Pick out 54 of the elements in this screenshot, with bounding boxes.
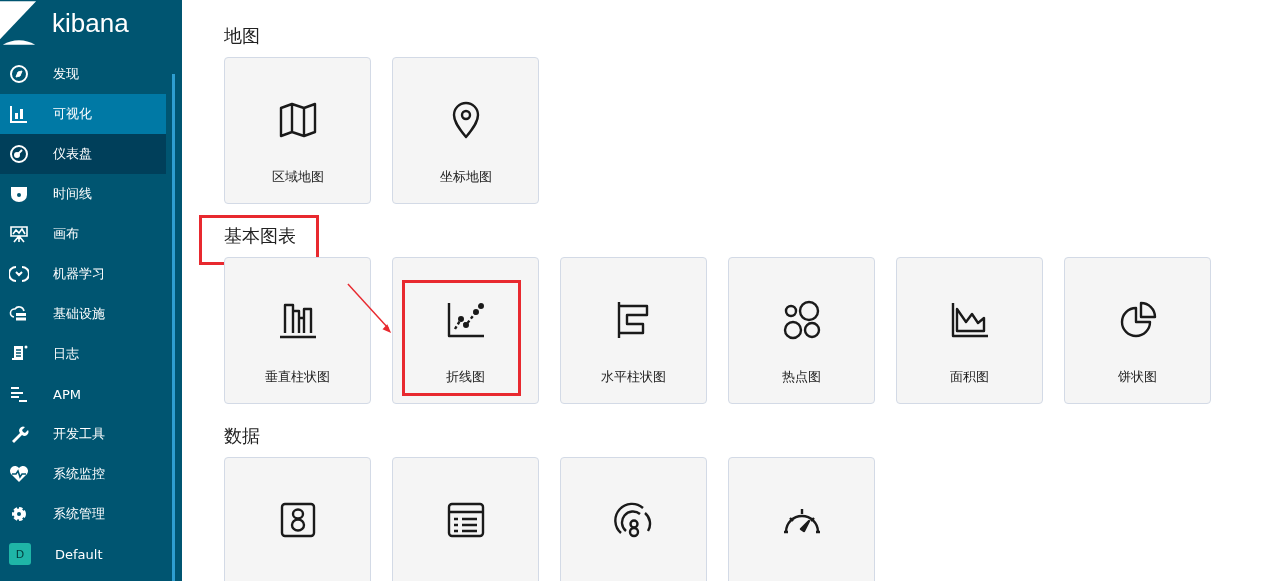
logo-text: kibana [52,7,129,39]
nav-item[interactable]: 机器学习 [0,254,166,294]
tile-label: 水平柱状图 [601,368,666,386]
bars-icon [9,104,29,124]
nav-item[interactable]: 系统管理 [0,494,166,534]
visualization-tile[interactable] [560,457,707,581]
heart-icon [9,464,29,484]
nav-item[interactable]: 日志 [0,334,166,374]
gear-icon [9,504,29,524]
tile-label: 面积图 [950,368,989,386]
visualization-tile[interactable]: 水平柱状图 [560,257,707,404]
tile-label: 折线图 [446,368,485,386]
nav-item[interactable]: 时间线 [0,174,166,214]
section-heading: 地图 [224,24,260,48]
nav-item[interactable]: D Default [0,534,166,574]
goal-icon [613,500,654,540]
nav-item[interactable]: 可视化 [0,94,166,134]
map-icon [277,100,318,140]
tile-label: 垂直柱状图 [265,368,330,386]
line-chart-icon [445,300,486,340]
visualization-tile[interactable]: 饼状图 [1064,257,1211,404]
visualization-tile[interactable] [728,457,875,581]
compass-icon [9,64,29,84]
visualization-tile[interactable]: 面积图 [896,257,1043,404]
apm-icon [9,384,29,404]
table-icon [445,500,486,540]
canvas-icon [9,224,29,244]
nav-item[interactable]: APM [0,374,166,414]
section-heading: 数据 [224,424,260,448]
infra-icon [9,304,29,324]
nav-item[interactable]: 开发工具 [0,414,166,454]
visualization-tile[interactable]: 热点图 [728,257,875,404]
tile-label: 热点图 [782,368,821,386]
nav-item[interactable]: 系统监控 [0,454,166,494]
tile-label: 坐标地图 [439,168,492,186]
ml-icon [9,264,29,284]
visualization-tile[interactable]: 折线图 [392,257,539,404]
visualization-tile[interactable] [392,457,539,581]
timeline-icon [9,184,29,204]
area-chart-icon [949,300,990,340]
avatar: D [9,543,31,565]
dashboard-icon [9,144,29,164]
visualization-tile[interactable]: 区域地图 [224,57,371,204]
logo-icon [0,0,38,46]
visualization-tile[interactable] [224,457,371,581]
nav-item[interactable]: 画布 [0,214,166,254]
nav-item[interactable]: 发现 [0,54,166,94]
nav-item[interactable]: 仪表盘 [0,134,166,174]
visualization-tile[interactable]: 坐标地图 [392,57,539,204]
visualization-tile[interactable]: 垂直柱状图 [224,257,371,404]
circles-icon [781,300,822,340]
tile-label: 饼状图 [1118,368,1157,386]
tile-label: 区域地图 [271,168,324,186]
nav-item[interactable]: 基础设施 [0,294,166,334]
